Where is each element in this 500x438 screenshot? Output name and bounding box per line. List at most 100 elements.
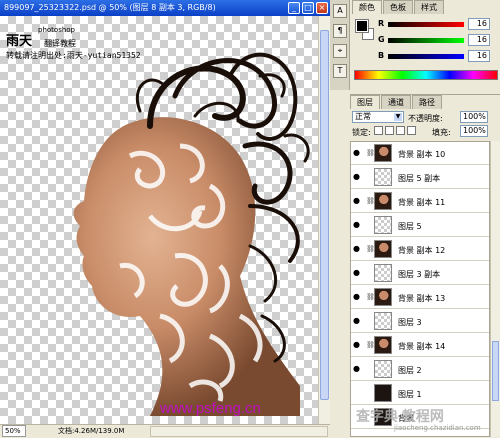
layer-name: 背景 副本 14 — [398, 342, 446, 351]
layer-row[interactable]: ● ⛓ 背景 副本 13 — [351, 286, 489, 309]
channel-slider[interactable] — [388, 22, 464, 27]
fill-label: 填充: — [432, 128, 451, 137]
site-watermark-url: jiaocheng.chazidian.com — [394, 424, 481, 432]
layer-row[interactable]: ● ⛓ 背景 副本 10 — [351, 142, 489, 165]
scrollbar-thumb[interactable] — [320, 30, 329, 400]
eye-icon[interactable]: ● — [353, 341, 362, 349]
layer-row[interactable]: ● ⛓ 背景 副本 14 — [351, 334, 489, 357]
foreground-color-swatch[interactable] — [355, 19, 369, 33]
eye-icon[interactable]: ● — [353, 149, 362, 157]
color-panel-tabs: 颜色 色板 样式 — [352, 0, 500, 14]
layer-row[interactable]: ● 图层 2 — [351, 358, 489, 381]
layer-thumbnail — [374, 240, 392, 258]
close-button[interactable]: × — [316, 2, 328, 14]
layer-row[interactable]: ● 图层 5 副本 — [351, 166, 489, 189]
layers-list: ● ⛓ 背景 副本 10 ● 图层 5 副本 ● ⛓ 背景 副本 11 ● 图层 5 ● ⛓ 背景 副本… — [350, 141, 490, 437]
eye-icon[interactable]: ● — [353, 317, 362, 325]
layer-thumbnail — [374, 384, 392, 402]
opacity-input[interactable]: 100% — [460, 111, 488, 123]
right-panels: A ¶ ⌖ T 颜色 色板 样式 R 16 G 16 B 16 图层 通道 路径… — [330, 0, 500, 438]
watermark-photoshop: photoshop — [38, 26, 75, 34]
zoom-field[interactable]: 50% — [2, 425, 26, 437]
color-channel-r: R 16 — [378, 18, 496, 32]
canvas-area[interactable]: photoshop 雨天 翻译教程 转载请注明出处:雨天-yutian51352… — [0, 16, 318, 424]
color-panel: 颜色 色板 样式 R 16 G 16 B 16 — [352, 0, 500, 94]
site-watermark: 查字典 教程网 — [356, 408, 444, 424]
tab-paths[interactable]: 路径 — [412, 95, 442, 109]
layer-row[interactable]: ● ⛓ 背景 副本 12 — [351, 238, 489, 261]
watermark-url: www.psfeng.cn — [160, 400, 261, 417]
opacity-label: 不透明度: — [408, 114, 443, 123]
layer-row[interactable]: ● 图层 5 — [351, 214, 489, 237]
tab-channels[interactable]: 通道 — [381, 95, 411, 109]
layer-name: 背景 副本 10 — [398, 150, 446, 159]
scrollbar-thumb[interactable] — [492, 341, 499, 401]
channel-slider[interactable] — [388, 54, 464, 59]
layer-thumbnail — [374, 264, 392, 282]
eye-hidden-icon[interactable] — [353, 389, 362, 397]
channel-value-input[interactable]: 16 — [468, 50, 490, 62]
document-title-bar[interactable]: 899097_25323322.psd @ 50% (图层 8 副本 3, RG… — [0, 0, 330, 16]
canvas-horizontal-scrollbar[interactable] — [150, 426, 328, 437]
tab-styles[interactable]: 样式 — [414, 0, 444, 14]
channel-value-input[interactable]: 16 — [468, 18, 490, 30]
character-tool-icon[interactable]: T — [333, 64, 347, 78]
maximize-button[interactable]: □ — [302, 2, 314, 14]
status-bar: 50% 文档:4.26M/139.0M — [0, 424, 330, 438]
canvas-vertical-scrollbar[interactable] — [318, 16, 330, 424]
layer-name: 图层 3 副本 — [398, 270, 441, 279]
eye-icon[interactable]: ● — [353, 269, 362, 277]
lock-all-icon[interactable] — [407, 126, 416, 135]
color-channel-g: G 16 — [378, 34, 496, 48]
document-title: 899097_25323322.psd @ 50% (图层 8 副本 3, RG… — [4, 3, 216, 12]
channel-slider[interactable] — [388, 38, 464, 43]
layers-scrollbar[interactable] — [490, 141, 500, 437]
tab-color[interactable]: 颜色 — [352, 0, 382, 14]
layer-row[interactable]: 图层 1 — [351, 382, 489, 405]
layer-thumbnail — [374, 192, 392, 210]
minimize-button[interactable]: _ — [288, 2, 300, 14]
channel-value-input[interactable]: 16 — [468, 34, 490, 46]
color-channel-b: B 16 — [378, 50, 496, 64]
watermark-credit: 转载请注明出处:雨天-yutian51352 — [6, 51, 141, 60]
layers-panel-tabs: 图层 通道 路径 — [350, 95, 500, 109]
artwork-image — [73, 52, 310, 417]
layer-row[interactable]: ● 图层 3 副本 — [351, 262, 489, 285]
color-spectrum-bar[interactable] — [354, 70, 498, 80]
blend-mode-select[interactable]: 正常 ▼ — [352, 111, 404, 123]
text-tool-icon[interactable]: A — [333, 4, 347, 18]
document-size: 文档:4.26M/139.0M — [58, 427, 125, 435]
eye-icon[interactable]: ● — [353, 173, 362, 181]
chevron-down-icon: ▼ — [394, 113, 402, 121]
fill-input[interactable]: 100% — [460, 125, 488, 137]
face-silhouette — [73, 117, 300, 417]
eye-icon[interactable]: ● — [353, 245, 362, 253]
eye-icon[interactable]: ● — [353, 197, 362, 205]
channel-label: B — [378, 51, 385, 60]
watermark-title: 雨天 — [6, 34, 33, 49]
eye-icon[interactable]: ● — [353, 293, 362, 301]
lock-options — [374, 126, 418, 135]
navigator-tool-icon[interactable]: ⌖ — [333, 44, 347, 58]
tab-layers[interactable]: 图层 — [350, 95, 380, 109]
lock-transparency-icon[interactable] — [374, 126, 383, 135]
layer-name: 背景 副本 12 — [398, 246, 446, 255]
layer-name: 背景 副本 13 — [398, 294, 446, 303]
layer-thumbnail — [374, 216, 392, 234]
eye-icon[interactable]: ● — [353, 365, 362, 373]
lock-position-icon[interactable] — [396, 126, 405, 135]
layer-thumbnail — [374, 312, 392, 330]
layer-name: 图层 3 — [398, 318, 422, 327]
window-controls: _ □ × — [288, 2, 328, 14]
layer-thumbnail — [374, 144, 392, 162]
layer-thumbnail — [374, 336, 392, 354]
fill-value: 100% — [463, 126, 486, 135]
layer-row[interactable]: ● ⛓ 背景 副本 11 — [351, 190, 489, 213]
lock-label: 锁定: — [352, 128, 371, 137]
eye-icon[interactable]: ● — [353, 221, 362, 229]
layer-row[interactable]: ● 图层 3 — [351, 310, 489, 333]
channel-label: G — [378, 35, 385, 44]
paragraph-tool-icon[interactable]: ¶ — [333, 24, 347, 38]
tab-swatches[interactable]: 色板 — [383, 0, 413, 14]
lock-pixels-icon[interactable] — [385, 126, 394, 135]
